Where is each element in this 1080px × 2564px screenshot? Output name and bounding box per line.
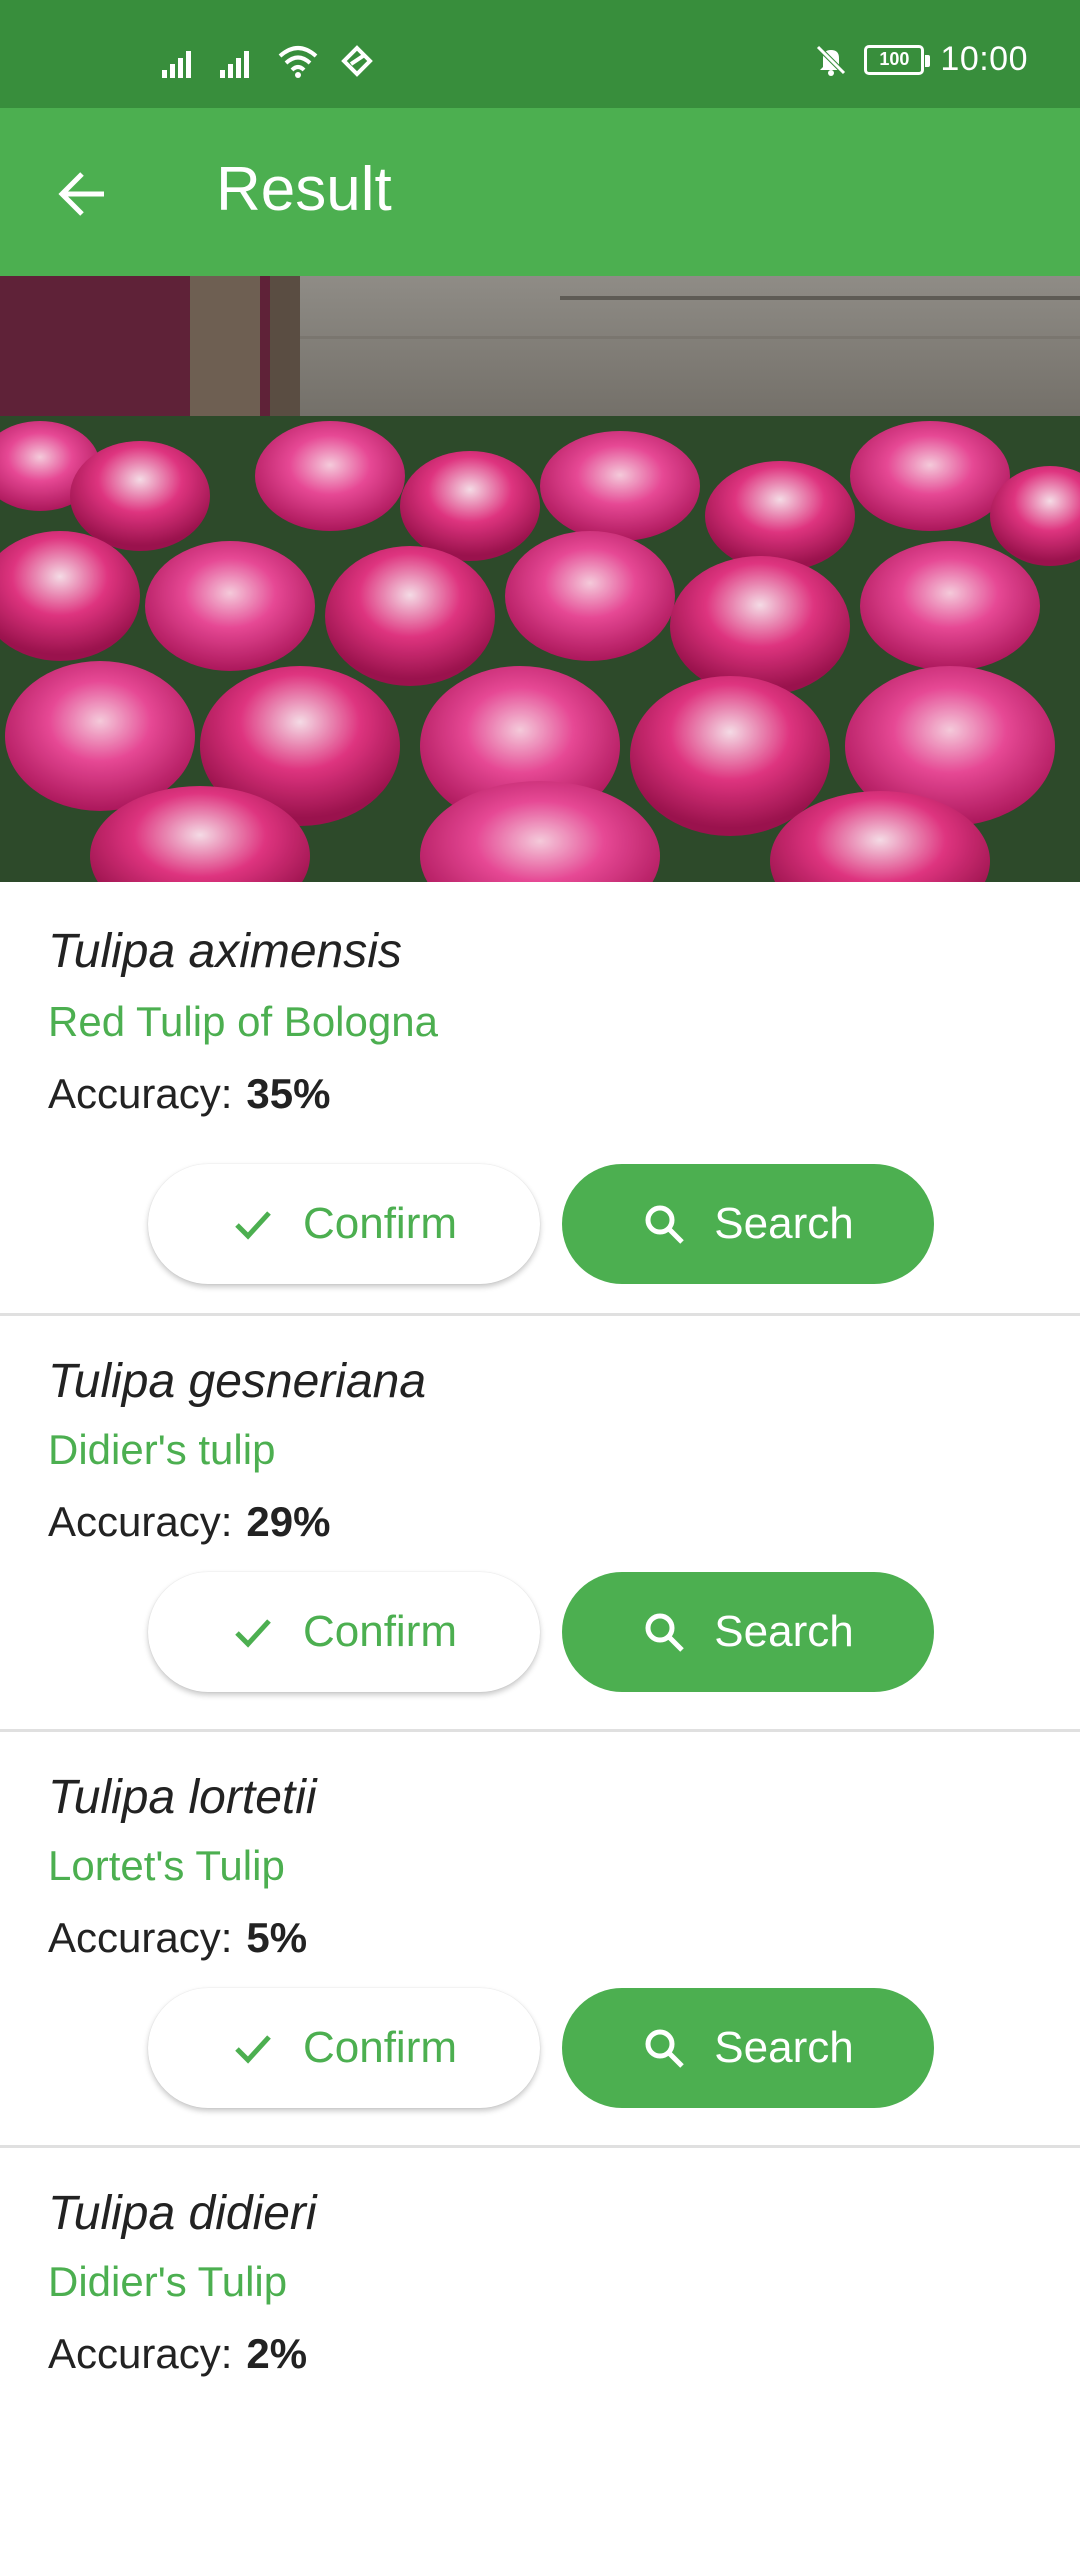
results-list: Tulipa aximensis Red Tulip of Bologna Ac… — [0, 882, 1080, 2564]
accuracy-value: 2% — [246, 2330, 308, 2377]
accuracy-label: Accuracy: — [48, 1070, 233, 1117]
back-arrow-icon — [58, 172, 104, 216]
search-icon — [645, 1613, 685, 1652]
accuracy-row: Accuracy: 29% — [48, 1498, 330, 1546]
accuracy-row: Accuracy: 5% — [48, 1914, 307, 1962]
confirm-button[interactable]: Confirm — [148, 1988, 540, 2108]
result-card: Tulipa gesneriana Didier's tulip Accurac… — [0, 1316, 1080, 1732]
common-name: Didier's tulip — [48, 1426, 276, 1473]
search-icon — [645, 1205, 685, 1244]
accuracy-label: Accuracy: — [48, 1914, 233, 1961]
data-saver-icon — [341, 45, 373, 77]
accuracy-value: 29% — [246, 1498, 331, 1545]
search-label: Search — [714, 1199, 854, 1248]
battery-level: 100 — [879, 49, 910, 69]
scientific-name: Tulipa lortetii — [48, 1771, 317, 1824]
check-icon — [235, 1211, 271, 1240]
status-time: 10:00 — [940, 40, 1028, 78]
search-label: Search — [714, 1607, 854, 1656]
page-title: Result — [216, 155, 392, 224]
back-button[interactable] — [40, 152, 124, 236]
accuracy-value: 5% — [246, 1914, 308, 1961]
signal-icon — [162, 51, 191, 78]
confirm-button[interactable]: Confirm — [148, 1164, 540, 1284]
scientific-name: Tulipa gesneriana — [48, 1355, 427, 1408]
accuracy-label: Accuracy: — [48, 2330, 233, 2377]
search-icon — [645, 2029, 685, 2068]
accuracy-value: 35% — [246, 1070, 331, 1117]
common-name: Lortet's Tulip — [48, 1842, 285, 1889]
accuracy-row: Accuracy: 2% — [48, 2330, 307, 2378]
check-icon — [235, 2035, 271, 2064]
status-icons-right: 100 10:00 — [814, 40, 1028, 79]
scientific-name: Tulipa aximensis — [48, 925, 402, 978]
mute-icon — [816, 44, 847, 76]
confirm-label: Confirm — [302, 1607, 458, 1656]
app-bar: Result — [0, 108, 1080, 276]
accuracy-row: Accuracy: 35% — [48, 1070, 330, 1118]
search-label: Search — [714, 2023, 854, 2072]
plant-photo — [0, 276, 1080, 882]
tulip-field-image — [0, 276, 1080, 882]
confirm-label: Confirm — [302, 1199, 458, 1248]
result-card: Tulipa didieri Didier's Tulip Accuracy: 2… — [0, 2148, 1080, 2564]
confirm-label: Confirm — [302, 2023, 458, 2072]
check-icon — [235, 1619, 271, 1648]
battery-icon: 100 — [864, 44, 931, 75]
signal-icon — [220, 51, 249, 78]
confirm-button[interactable]: Confirm — [148, 1572, 540, 1692]
scientific-name: Tulipa didieri — [48, 2187, 317, 2240]
wifi-icon — [278, 46, 318, 78]
accuracy-label: Accuracy: — [48, 1498, 233, 1545]
common-name: Red Tulip of Bologna — [48, 998, 438, 1045]
result-card: Tulipa aximensis Red Tulip of Bologna Ac… — [0, 882, 1080, 1316]
status-icons-left — [162, 44, 374, 78]
search-button[interactable]: Search — [562, 1164, 934, 1284]
search-button[interactable]: Search — [562, 1572, 934, 1692]
common-name: Didier's Tulip — [48, 2258, 288, 2305]
result-card: Tulipa lortetii Lortet's Tulip Accuracy:… — [0, 1732, 1080, 2148]
status-bar: 100 10:00 — [0, 0, 1080, 108]
search-button[interactable]: Search — [562, 1988, 934, 2108]
